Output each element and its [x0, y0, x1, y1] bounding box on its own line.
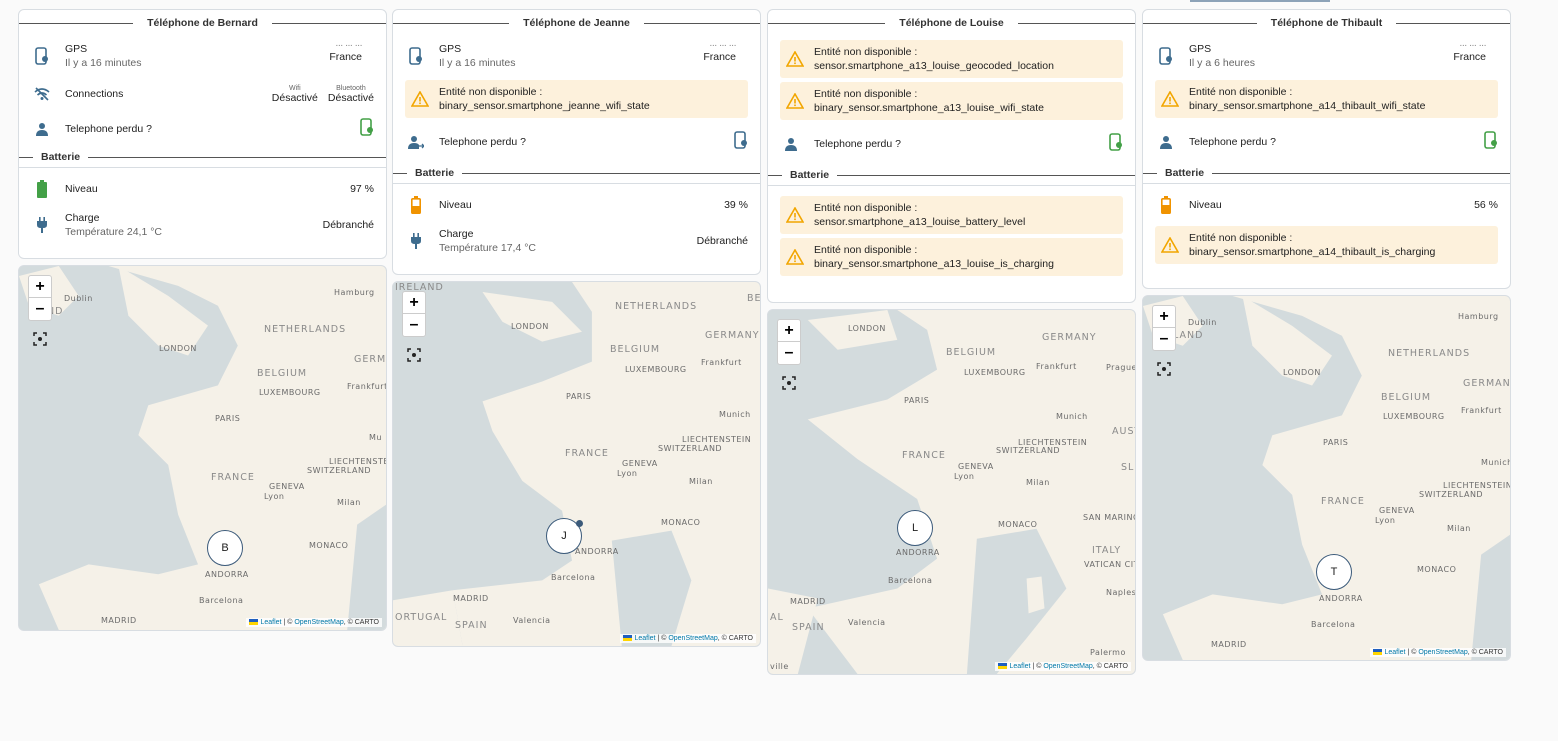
card-thibault: Téléphone de Thibault GPS Il y a 6 heures…	[1142, 9, 1511, 661]
zoom-control[interactable]: + –	[777, 319, 801, 365]
map-bernard[interactable]: Dublin LAND Hamburg LONDON NETHERLANDS G…	[18, 265, 387, 631]
card-title: Téléphone de Thibault	[1143, 10, 1510, 36]
zoom-control[interactable]: + –	[1152, 305, 1176, 351]
recenter-icon[interactable]	[782, 376, 796, 390]
unavailable-warning: Entité non disponible : sensor.smartphone…	[780, 40, 1123, 78]
unavailable-warning: Entité non disponible : binary_sensor.sma…	[780, 238, 1123, 276]
gps-row[interactable]: GPS Il y a 16 minutes ... ... ... France	[31, 36, 374, 76]
card-title: Téléphone de Louise	[768, 10, 1135, 36]
battery-level-row[interactable]: Niveau 39 %	[405, 188, 748, 222]
marker-louise[interactable]: L	[897, 510, 933, 546]
recenter-icon[interactable]	[407, 348, 421, 362]
warning-icon	[1161, 237, 1179, 253]
charge-row[interactable]: Charge Température 24,1 °C Débranché	[31, 206, 374, 244]
phone-location-icon	[1155, 45, 1177, 67]
zoom-control[interactable]: + –	[28, 275, 52, 321]
battery-level-row[interactable]: Niveau 97 %	[31, 172, 374, 206]
warning-icon	[786, 51, 804, 67]
zoom-in-button[interactable]: +	[29, 276, 51, 298]
map-attribution: Leaflet | © OpenStreetMap, © CARTO	[620, 634, 756, 643]
phone-found-icon[interactable]	[360, 117, 374, 141]
plug-icon	[405, 230, 427, 252]
marker-thibault[interactable]: T	[1316, 554, 1352, 590]
map-land	[768, 310, 1135, 674]
zoom-in-button[interactable]: +	[778, 320, 800, 342]
zoom-out-button[interactable]: –	[29, 298, 51, 320]
info-card: Téléphone de Louise Entité non disponibl…	[767, 9, 1136, 303]
battery-medium-icon	[1155, 194, 1177, 216]
battery-section-title: Batterie	[768, 164, 1135, 186]
person-icon	[1155, 131, 1177, 153]
warning-icon	[786, 93, 804, 109]
unavailable-warning: Entité non disponible : binary_sensor.sma…	[1155, 80, 1498, 118]
map-attribution: Leaflet | © OpenStreetMap, © CARTO	[246, 618, 382, 627]
battery-full-icon	[31, 178, 53, 200]
card-title: Téléphone de Bernard	[19, 10, 386, 36]
top-accent-line	[1190, 0, 1330, 2]
map-louise[interactable]: LONDON GERMANY BELGIUM LUXEMBOURG Frankf…	[767, 309, 1136, 675]
card-jeanne: Téléphone de Jeanne GPS Il y a 16 minutes…	[392, 9, 761, 647]
unavailable-warning: Entité non disponible : binary_sensor.sma…	[1155, 226, 1498, 264]
battery-medium-icon	[405, 194, 427, 216]
zoom-out-button[interactable]: –	[1153, 328, 1175, 350]
map-attribution: Leaflet | © OpenStreetMap, © CARTO	[995, 662, 1131, 671]
lost-phone-row[interactable]: Telephone perdu ?	[405, 122, 748, 162]
person-icon	[31, 118, 53, 140]
location-dot	[576, 520, 583, 527]
plug-icon	[31, 214, 53, 236]
map-land	[19, 266, 386, 630]
lost-phone-row[interactable]: Telephone perdu ?	[31, 112, 374, 146]
unavailable-warning: Entité non disponible : binary_sensor.sma…	[780, 82, 1123, 120]
card-title: Téléphone de Jeanne	[393, 10, 760, 36]
zoom-control[interactable]: + –	[402, 291, 426, 337]
phone-found-icon[interactable]	[1484, 130, 1498, 154]
battery-level-row[interactable]: Niveau 56 %	[1155, 188, 1498, 222]
charge-row[interactable]: Charge Température 17,4 °C Débranché	[405, 222, 748, 260]
info-card: Téléphone de Thibault GPS Il y a 6 heures…	[1142, 9, 1511, 289]
recenter-icon[interactable]	[33, 332, 47, 346]
phone-location-icon[interactable]	[734, 130, 748, 154]
battery-section-title: Batterie	[1143, 162, 1510, 184]
card-louise: Téléphone de Louise Entité non disponibl…	[767, 9, 1136, 675]
map-jeanne[interactable]: IRELAND NETHERLANDS BE LONDON GERMANY BE…	[392, 281, 761, 647]
info-card: Téléphone de Jeanne GPS Il y a 16 minutes…	[392, 9, 761, 275]
gps-row[interactable]: GPS Il y a 16 minutes ... ... ... France	[405, 36, 748, 76]
phone-location-icon	[31, 45, 53, 67]
recenter-icon[interactable]	[1157, 362, 1171, 376]
lost-phone-row[interactable]: Telephone perdu ?	[1155, 122, 1498, 162]
wifi-off-icon	[31, 83, 53, 105]
map-attribution: Leaflet | © OpenStreetMap, © CARTO	[1370, 648, 1506, 657]
card-bernard: Téléphone de Bernard GPS Il y a 16 minute…	[18, 9, 387, 631]
phone-found-icon[interactable]	[1109, 132, 1123, 156]
lost-phone-row[interactable]: Telephone perdu ?	[780, 124, 1123, 164]
battery-section-title: Batterie	[393, 162, 760, 184]
phone-location-icon	[405, 45, 427, 67]
zoom-out-button[interactable]: –	[778, 342, 800, 364]
warning-icon	[786, 249, 804, 265]
zoom-in-button[interactable]: +	[1153, 306, 1175, 328]
gps-row[interactable]: GPS Il y a 6 heures ... ... ... France	[1155, 36, 1498, 76]
person-icon	[780, 133, 802, 155]
warning-icon	[786, 207, 804, 223]
connections-row[interactable]: Connections Wifi Désactivé Bluetooth Désac…	[31, 76, 374, 112]
battery-section-title: Batterie	[19, 146, 386, 168]
unavailable-warning: Entité non disponible : binary_sensor.sma…	[405, 80, 748, 118]
warning-icon	[1161, 91, 1179, 107]
map-thibault[interactable]: Dublin LAND Hamburg LONDON NETHERLANDS G…	[1142, 295, 1511, 661]
unavailable-warning: Entité non disponible : sensor.smartphone…	[780, 196, 1123, 234]
info-card: Téléphone de Bernard GPS Il y a 16 minute…	[18, 9, 387, 259]
zoom-out-button[interactable]: –	[403, 314, 425, 336]
person-arrow-icon	[405, 131, 427, 153]
marker-bernard[interactable]: B	[207, 530, 243, 566]
warning-icon	[411, 91, 429, 107]
zoom-in-button[interactable]: +	[403, 292, 425, 314]
